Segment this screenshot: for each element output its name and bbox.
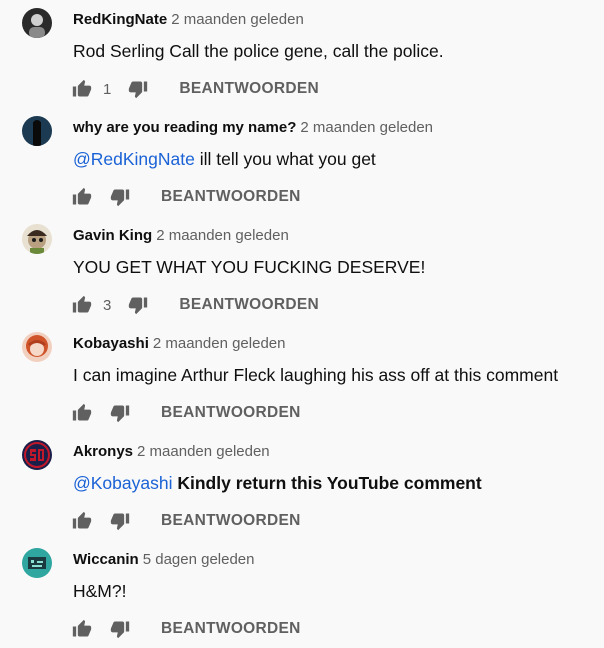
thumbs-up-icon <box>72 187 92 205</box>
comment-text: H&M?! <box>73 579 126 603</box>
comment-body: YOU GET WHAT YOU FUCKING DESERVE! <box>73 257 426 277</box>
like-button[interactable] <box>71 510 93 532</box>
comment-actions: BEANTWOORDEN <box>71 401 301 425</box>
avatar[interactable] <box>22 224 52 254</box>
comment-body: ill tell you what you get <box>194 149 376 169</box>
avatar[interactable] <box>22 116 52 146</box>
comment-actions: BEANTWOORDEN <box>71 617 301 641</box>
dislike-button[interactable] <box>127 294 149 316</box>
comment-text: @Kobayashi Kindly return this YouTube co… <box>73 471 482 495</box>
comment-timestamp[interactable]: 2 maanden geleden <box>300 119 433 136</box>
author-name[interactable]: why are you reading my name? <box>73 119 296 136</box>
comment-actions: BEANTWOORDEN <box>71 185 301 209</box>
reply-button[interactable]: BEANTWOORDEN <box>161 188 301 206</box>
thumbs-down-icon <box>129 297 148 315</box>
like-count: 3 <box>103 296 112 314</box>
comment-item: RedKingNate 2 maanden geleden Rod Serling… <box>0 0 604 108</box>
reply-button[interactable]: BEANTWOORDEN <box>161 620 301 638</box>
comment-item: Wiccanin 5 dagen geleden H&M?! BEANTWOORD… <box>0 540 604 648</box>
reply-button[interactable]: BEANTWOORDEN <box>179 296 319 314</box>
comment-item: Kobayashi 2 maanden geleden I can imagine… <box>0 324 604 432</box>
thumbs-up-icon <box>72 403 92 421</box>
comment-item: Gavin King 2 maanden geleden YOU GET WHAT… <box>0 216 604 324</box>
comment-timestamp[interactable]: 2 maanden geleden <box>171 11 304 28</box>
author-name[interactable]: Akronys <box>73 443 133 460</box>
dislike-button[interactable] <box>109 618 131 640</box>
comment-body: Kindly return this YouTube comment <box>172 473 482 493</box>
comment-text: Rod Serling Call the police gene, call t… <box>73 39 444 63</box>
comment-body: Rod Serling Call the police gene, call t… <box>73 41 444 61</box>
thumbs-up-icon <box>72 619 92 637</box>
avatar[interactable] <box>22 332 52 362</box>
thumbs-down-icon <box>110 405 130 423</box>
avatar[interactable] <box>22 440 52 470</box>
like-button[interactable] <box>71 618 93 640</box>
comment-timestamp[interactable]: 2 maanden geleden <box>137 443 270 460</box>
comment-actions: 3 BEANTWOORDEN <box>71 293 319 317</box>
comment-item: Akronys 2 maanden geleden @Kobayashi Kind… <box>0 432 604 540</box>
like-count: 1 <box>103 80 112 98</box>
comment-body: I can imagine Arthur Fleck laughing his … <box>73 365 559 385</box>
dislike-button[interactable] <box>109 186 131 208</box>
thumbs-down-icon <box>110 189 130 207</box>
reply-button[interactable]: BEANTWOORDEN <box>161 404 301 422</box>
comment-list: RedKingNate 2 maanden geleden Rod Serling… <box>0 0 604 647</box>
reply-button[interactable]: BEANTWOORDEN <box>161 512 301 530</box>
thumbs-up-icon <box>72 511 92 529</box>
thumbs-down-icon <box>129 81 148 99</box>
comment-text: @RedKingNate ill tell you what you get <box>73 147 376 171</box>
mention-link[interactable]: @Kobayashi <box>73 473 173 493</box>
comment-timestamp[interactable]: 2 maanden geleden <box>153 335 286 352</box>
author-name[interactable]: Wiccanin <box>73 551 139 568</box>
thumbs-up-icon <box>72 79 92 97</box>
thumbs-down-icon <box>110 513 130 531</box>
thumbs-up-icon <box>72 295 92 313</box>
reply-button[interactable]: BEANTWOORDEN <box>179 80 319 98</box>
dislike-button[interactable] <box>109 510 131 532</box>
dislike-button[interactable] <box>127 78 149 100</box>
author-name[interactable]: RedKingNate <box>73 11 167 28</box>
dislike-button[interactable] <box>109 402 131 424</box>
comment-text: I can imagine Arthur Fleck laughing his … <box>73 363 558 387</box>
author-name[interactable]: Kobayashi <box>73 335 149 352</box>
author-name[interactable]: Gavin King <box>73 227 152 244</box>
like-button[interactable] <box>71 186 93 208</box>
comment-actions: 1 BEANTWOORDEN <box>71 77 319 101</box>
comment-text: YOU GET WHAT YOU FUCKING DESERVE! <box>73 255 425 279</box>
comment-actions: BEANTWOORDEN <box>71 509 301 533</box>
thumbs-down-icon <box>110 621 130 639</box>
comment-timestamp[interactable]: 2 maanden geleden <box>156 227 289 244</box>
comment-body: H&M?! <box>73 581 127 601</box>
avatar[interactable] <box>22 8 52 38</box>
like-button[interactable] <box>71 402 93 424</box>
like-button[interactable] <box>71 294 93 316</box>
mention-link[interactable]: @RedKingNate <box>73 149 195 169</box>
avatar[interactable] <box>22 548 52 578</box>
comment-timestamp[interactable]: 5 dagen geleden <box>143 551 255 568</box>
comment-item: why are you reading my name? 2 maanden ge… <box>0 108 604 216</box>
like-button[interactable] <box>71 78 93 100</box>
